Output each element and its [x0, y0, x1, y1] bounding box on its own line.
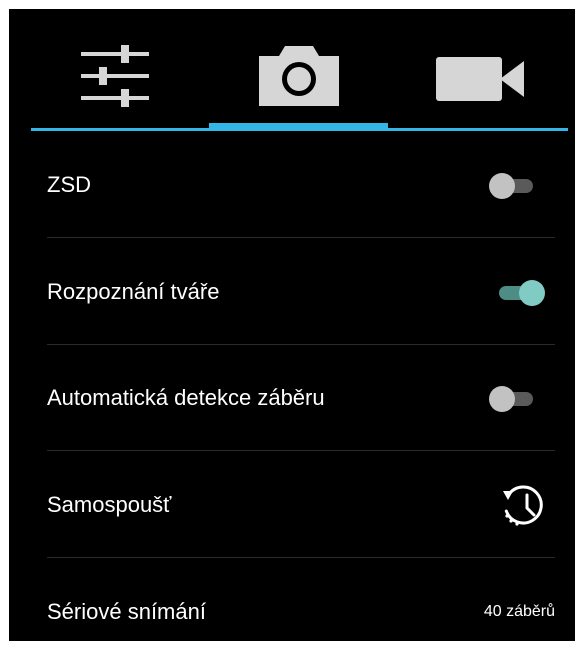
setting-self-timer-row[interactable]: Samospoušť — [47, 452, 555, 558]
row-divider — [47, 450, 555, 451]
tab-camera[interactable] — [209, 9, 388, 131]
setting-label: Samospoušť — [47, 492, 172, 517]
timer-icon — [503, 485, 543, 526]
zsd-toggle[interactable] — [489, 171, 535, 199]
face-detection-toggle[interactable] — [499, 278, 545, 306]
camera-icon — [259, 46, 339, 106]
row-divider — [47, 237, 555, 238]
camera-settings-panel: ZSD Rozpoznání tváře Automatická detekce… — [9, 9, 575, 641]
setting-face-detection-row[interactable]: Rozpoznání tváře — [47, 239, 555, 345]
setting-label: Rozpoznání tváře — [47, 279, 220, 304]
tab-settings[interactable] — [9, 9, 209, 131]
selected-tab-indicator — [209, 123, 388, 131]
setting-zsd-row[interactable]: ZSD — [47, 132, 555, 238]
tab-video[interactable] — [388, 9, 575, 131]
sliders-icon — [81, 45, 149, 107]
setting-label: ZSD — [47, 172, 91, 197]
setting-label: Automatická detekce záběru — [47, 385, 325, 410]
row-divider — [47, 557, 555, 558]
video-camera-icon — [436, 57, 524, 101]
settings-tab-bar — [9, 9, 575, 131]
burst-value: 40 záběrů — [483, 603, 555, 620]
setting-auto-scene-row[interactable]: Automatická detekce záběru — [47, 345, 555, 451]
auto-scene-toggle[interactable] — [489, 384, 535, 412]
setting-burst-row[interactable]: Sériové snímání 40 záběrů — [47, 559, 555, 641]
setting-label: Sériové snímání — [47, 599, 206, 624]
